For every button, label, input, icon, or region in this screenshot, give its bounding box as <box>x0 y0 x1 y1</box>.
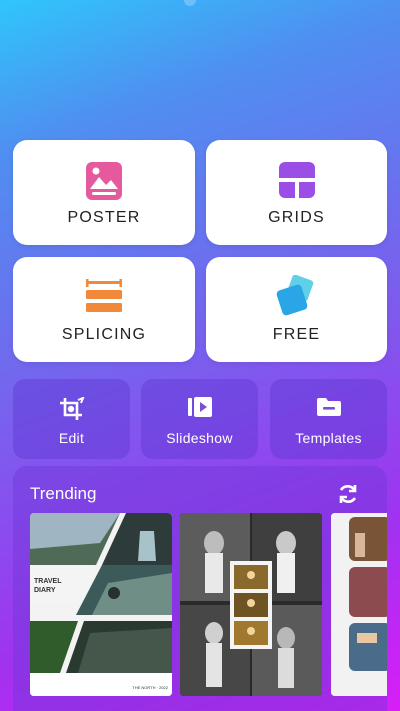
poster-icon <box>86 162 122 200</box>
refresh-icon[interactable] <box>337 483 359 505</box>
poster-label: POSTER <box>67 209 141 226</box>
slideshow-button[interactable]: Slideshow <box>141 379 258 459</box>
grids-icon <box>278 162 315 198</box>
grids-label: GRIDS <box>268 209 325 226</box>
template-thumbnail[interactable] <box>331 513 387 696</box>
free-card[interactable]: FREE <box>206 257 387 362</box>
splicing-label: SPLICING <box>61 326 147 343</box>
templates-label: Templates <box>295 430 362 446</box>
slideshow-icon <box>187 397 212 417</box>
travel-diary-footer: THE NORTH · 2022 <box>132 685 168 690</box>
partial-collage <box>331 513 387 696</box>
trending-title: Trending <box>30 484 97 503</box>
edit-label: Edit <box>58 430 85 446</box>
splicing-card[interactable]: SPLICING <box>13 257 195 362</box>
travel-collage <box>30 513 172 696</box>
free-icon <box>276 275 313 316</box>
edit-button[interactable]: Edit <box>13 379 130 459</box>
templates-button[interactable]: Templates <box>270 379 387 459</box>
trending-section: Trending TRAVEL DIARY THE NORTH · 2022 <box>13 466 387 711</box>
grids-card[interactable]: GRIDS <box>206 140 387 245</box>
folder-icon <box>316 398 341 416</box>
template-thumbnail[interactable] <box>180 513 322 696</box>
status-indicator <box>184 0 196 6</box>
poster-card[interactable]: POSTER <box>13 140 195 245</box>
template-thumbnail[interactable]: TRAVEL DIARY THE NORTH · 2022 <box>30 513 172 696</box>
slideshow-label: Slideshow <box>166 430 233 446</box>
free-label: FREE <box>272 326 321 343</box>
grayscale-collage <box>180 513 322 696</box>
travel-diary-caption: TRAVEL DIARY <box>34 578 62 594</box>
crop-edit-icon <box>59 397 84 420</box>
splicing-icon <box>86 279 122 312</box>
